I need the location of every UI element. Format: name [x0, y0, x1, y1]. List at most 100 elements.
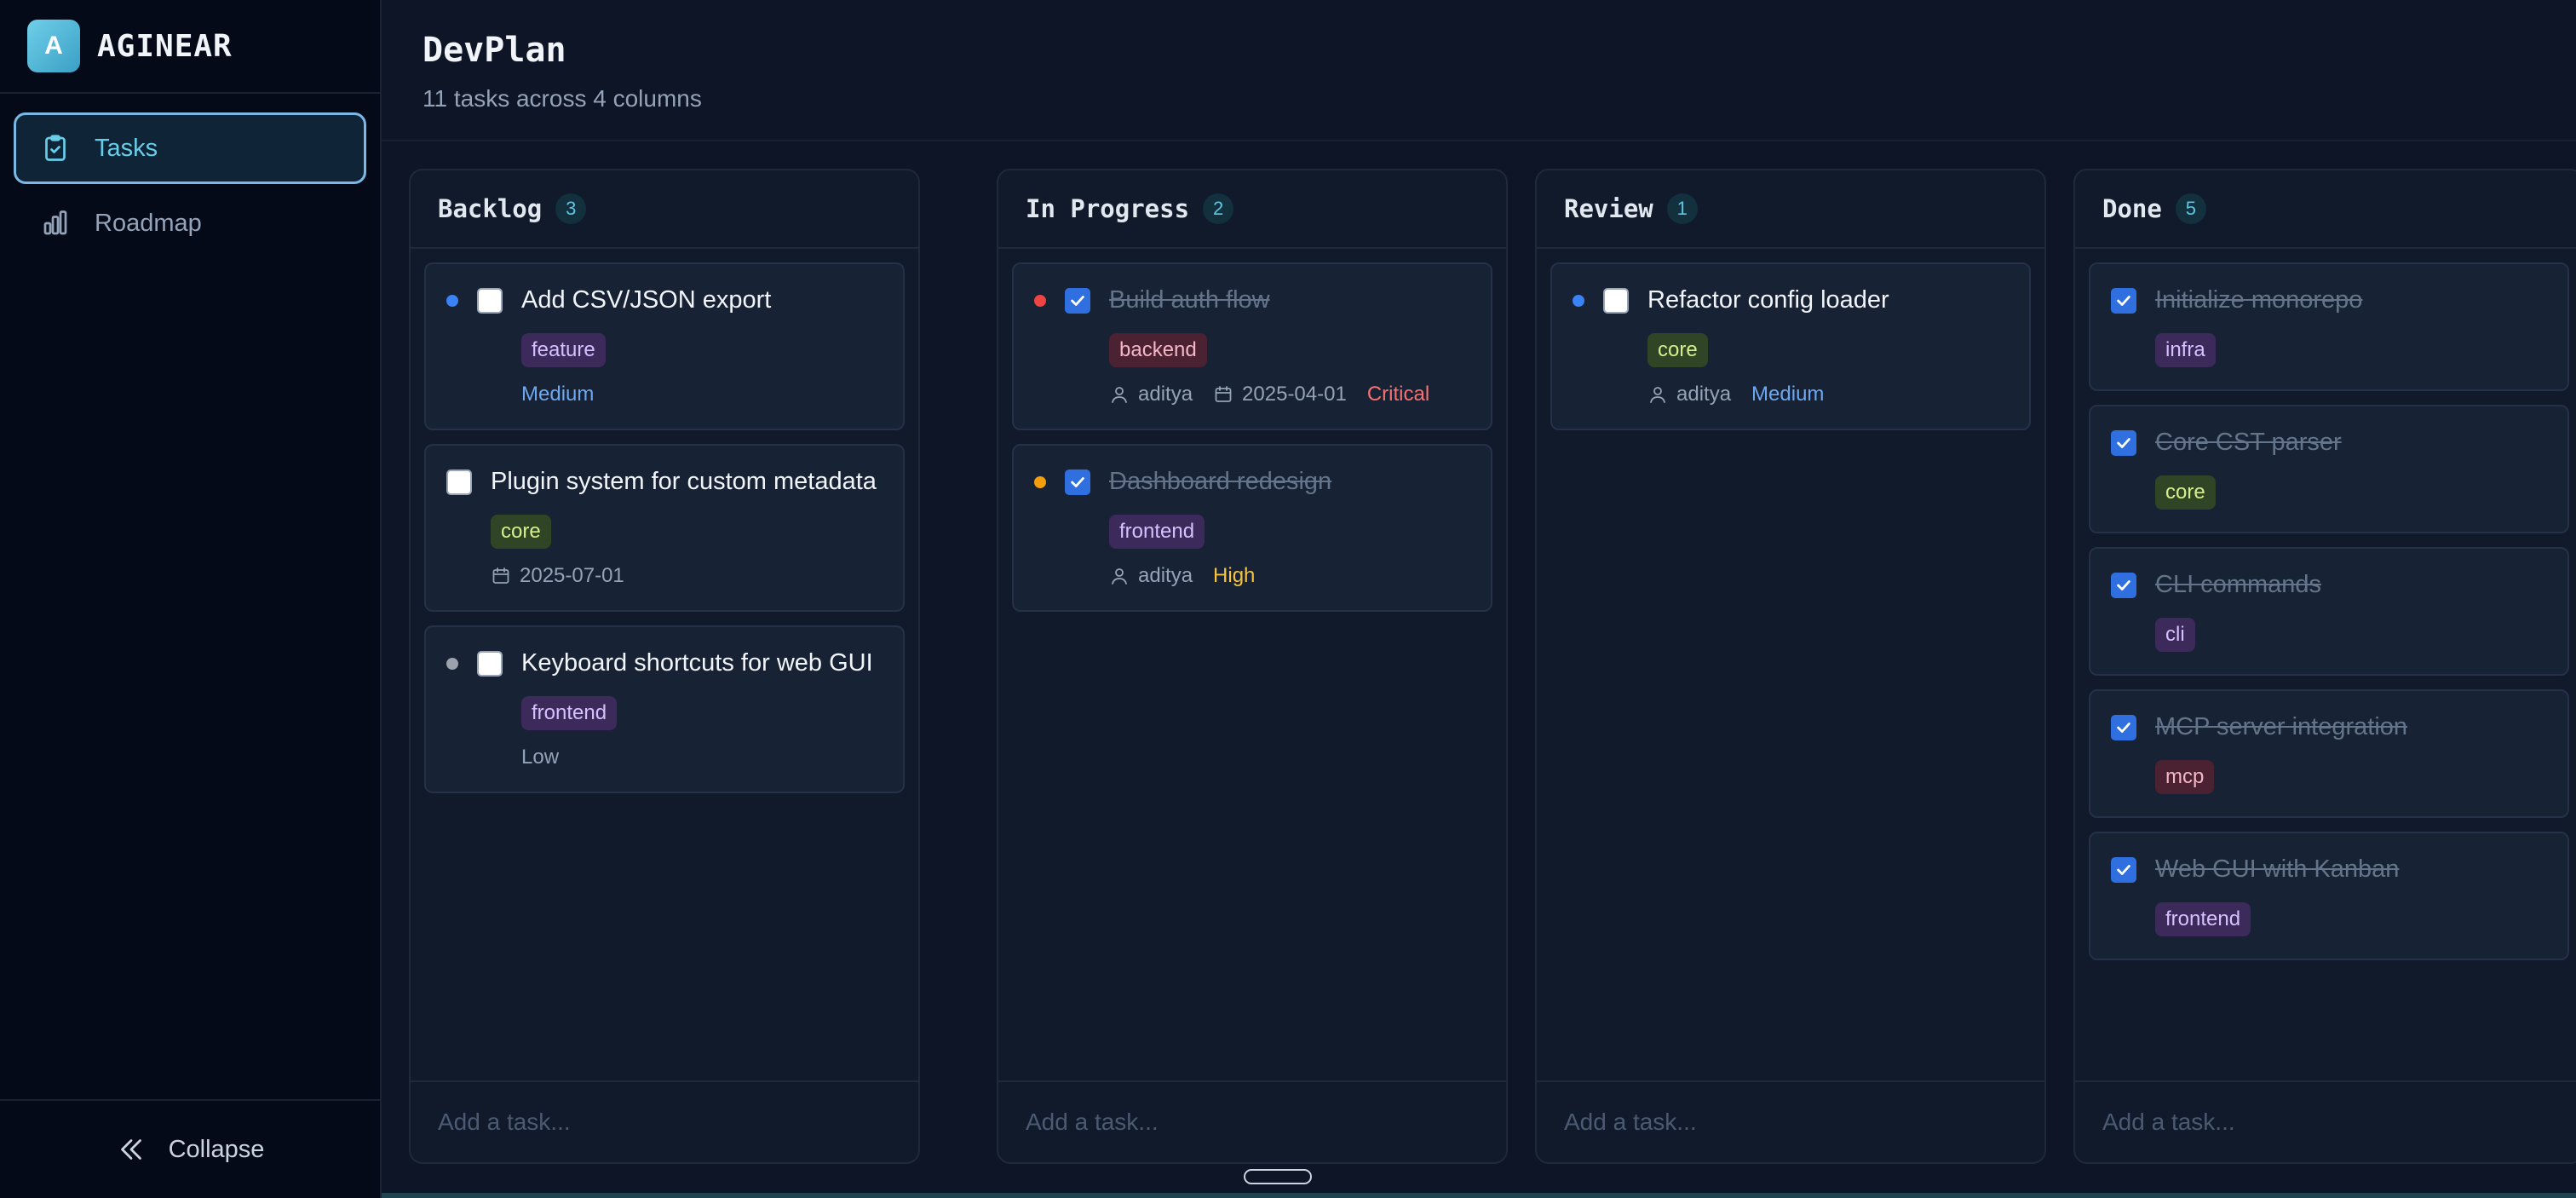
- task-card[interactable]: Add CSV/JSON export feature Medium: [424, 262, 905, 430]
- task-card[interactable]: CLI commands cli: [2089, 547, 2569, 676]
- add-task-input[interactable]: Add a task...: [2075, 1080, 2576, 1162]
- priority-dot: [1573, 294, 1584, 307]
- task-assignee: aditya: [1138, 383, 1193, 406]
- task-tag[interactable]: infra: [2155, 333, 2216, 367]
- task-card[interactable]: Web GUI with Kanban frontend: [2089, 832, 2569, 960]
- user-icon: [1650, 387, 1665, 403]
- card-list: Build auth flow backend aditya 2025-04-01 Cr…: [998, 249, 1506, 639]
- kanban-board: Backlog 3 Add CSV/JSON export feature Medium…: [409, 169, 2576, 1164]
- card-list: Refactor config loader core aditya Medium: [1537, 249, 2044, 458]
- sidebar-item-roadmap[interactable]: Roadmap: [14, 187, 366, 259]
- task-checkbox[interactable]: [446, 469, 472, 495]
- task-priority: Critical: [1366, 383, 1430, 406]
- task-title: Dashboard redesign: [1109, 468, 1332, 495]
- task-checkbox[interactable]: [477, 287, 503, 314]
- page-title: DevPlan: [423, 31, 566, 70]
- task-assignee: aditya: [1676, 383, 1732, 406]
- priority-dot: [446, 657, 458, 670]
- task-card[interactable]: Refactor config loader core aditya Medium: [1550, 262, 2031, 430]
- task-checkbox[interactable]: [2111, 714, 2136, 740]
- task-tag[interactable]: core: [2155, 475, 2216, 510]
- task-title: Add CSV/JSON export: [521, 286, 772, 314]
- task-checkbox[interactable]: [1065, 469, 1090, 495]
- task-card[interactable]: Plugin system for custom metadata core 202…: [424, 444, 905, 612]
- card-list: Initialize monorepo infra Core CST parser c…: [2075, 249, 2576, 988]
- task-priority: Medium: [1751, 383, 1825, 406]
- add-task-input[interactable]: Add a task...: [998, 1080, 1506, 1162]
- task-tag[interactable]: backend: [1109, 333, 1207, 367]
- card-list: Add CSV/JSON export feature Medium Plugin s…: [411, 249, 918, 821]
- task-title: Plugin system for custom metadata: [491, 468, 877, 495]
- priority-dot: [1034, 294, 1046, 307]
- task-meta: aditya Medium: [1647, 383, 2009, 406]
- task-card[interactable]: MCP server integration mcp: [2089, 689, 2569, 818]
- add-task-input[interactable]: Add a task...: [1537, 1080, 2044, 1162]
- column-title: Backlog: [438, 194, 543, 223]
- column-header: Review 1: [1537, 170, 2044, 249]
- task-tag[interactable]: frontend: [2155, 902, 2251, 936]
- task-checkbox[interactable]: [1603, 287, 1629, 314]
- task-due-date: 2025-04-01: [1242, 383, 1347, 406]
- task-title: CLI commands: [2155, 571, 2322, 598]
- count-badge: 5: [2175, 193, 2206, 224]
- task-checkbox[interactable]: [477, 650, 503, 677]
- task-checkbox[interactable]: [2111, 429, 2136, 456]
- column-in-progress: In Progress 2 Build auth flow backend aditya…: [997, 169, 1508, 1164]
- task-checkbox[interactable]: [2111, 287, 2136, 314]
- task-tag[interactable]: feature: [521, 333, 606, 367]
- column-title: Done: [2102, 194, 2162, 223]
- task-tag[interactable]: mcp: [2155, 760, 2215, 794]
- column-title: In Progress: [1026, 194, 1190, 223]
- collapse-button[interactable]: Collapse: [0, 1099, 380, 1198]
- column-header: Done 5: [2075, 170, 2576, 249]
- horizontal-scroll-handle[interactable]: [1244, 1169, 1312, 1184]
- task-tag[interactable]: frontend: [521, 696, 618, 730]
- sidebar: A AGINEAR Tasks Roadmap Collapse: [0, 0, 382, 1198]
- task-priority: High: [1213, 564, 1256, 587]
- task-meta: aditya High: [1109, 564, 1470, 588]
- task-card[interactable]: Core CST parser core: [2089, 405, 2569, 533]
- task-meta: Low: [521, 746, 883, 769]
- task-due-date: 2025-07-01: [520, 564, 624, 587]
- task-tag[interactable]: core: [491, 515, 551, 549]
- task-tag[interactable]: core: [1647, 333, 1708, 367]
- chevrons-left-icon: [120, 1139, 141, 1160]
- add-task-input[interactable]: Add a task...: [411, 1080, 918, 1162]
- sidebar-item-label: Roadmap: [95, 209, 202, 237]
- app-root: A AGINEAR Tasks Roadmap Collapse DevPlan…: [0, 0, 2576, 1198]
- page-subtitle: 11 tasks across 4 columns: [423, 85, 702, 112]
- collapse-label: Collapse: [168, 1135, 265, 1163]
- task-card[interactable]: Keyboard shortcuts for web GUI frontend Lo…: [424, 625, 905, 793]
- column-backlog: Backlog 3 Add CSV/JSON export feature Medium…: [409, 169, 920, 1164]
- task-checkbox[interactable]: [2111, 856, 2136, 883]
- task-card[interactable]: Initialize monorepo infra: [2089, 262, 2569, 391]
- task-tag[interactable]: cli: [2155, 618, 2195, 652]
- task-title: Core CST parser: [2155, 429, 2342, 456]
- task-title: Initialize monorepo: [2155, 286, 2363, 314]
- sidebar-item-label: Tasks: [95, 134, 158, 162]
- sidebar-item-tasks[interactable]: Tasks: [14, 112, 366, 184]
- column-done: Done 5 Initialize monorepo infra Core CST pa…: [2073, 169, 2576, 1164]
- task-checkbox[interactable]: [1065, 287, 1090, 314]
- brand-logo: A: [27, 20, 80, 72]
- bottom-accent-bar: [382, 1193, 2576, 1198]
- task-card[interactable]: Build auth flow backend aditya 2025-04-01 Cr…: [1012, 262, 1492, 430]
- clipboard-check-icon: [45, 135, 66, 161]
- task-card[interactable]: Dashboard redesign frontend aditya High: [1012, 444, 1492, 612]
- count-badge: 2: [1203, 193, 1234, 224]
- column-header: In Progress 2: [998, 170, 1506, 249]
- task-checkbox[interactable]: [2111, 572, 2136, 598]
- calendar-icon: [492, 567, 509, 584]
- task-title: Refactor config loader: [1647, 286, 1889, 314]
- task-tag[interactable]: frontend: [1109, 515, 1205, 549]
- column-title: Review: [1564, 194, 1653, 223]
- task-title: MCP server integration: [2155, 713, 2408, 740]
- column-review: Review 1 Refactor config loader core aditya M…: [1535, 169, 2046, 1164]
- count-badge: 1: [1666, 193, 1698, 224]
- brand-name: AGINEAR: [97, 28, 233, 64]
- sidebar-nav: Tasks Roadmap: [0, 94, 380, 281]
- user-icon: [1112, 387, 1127, 403]
- priority-dot: [1034, 475, 1046, 488]
- task-title: Web GUI with Kanban: [2155, 855, 2400, 883]
- main-content: DevPlan 11 tasks across 4 columns Backlo…: [382, 0, 2576, 1198]
